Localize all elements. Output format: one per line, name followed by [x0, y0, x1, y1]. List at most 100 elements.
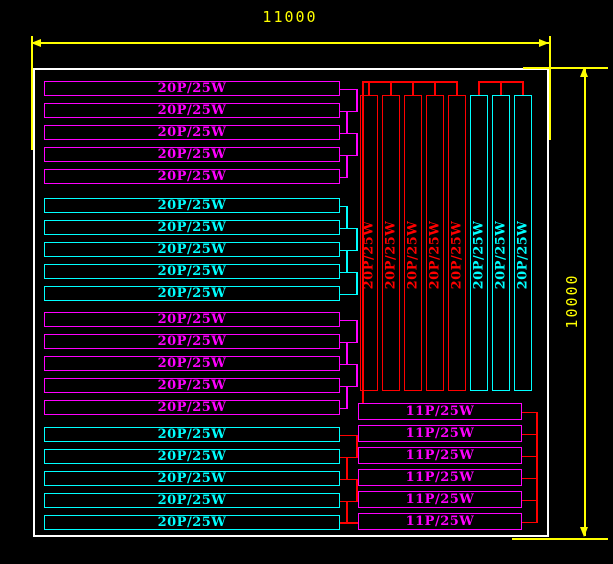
panel-connector: [356, 89, 358, 113]
panel-label: 20P/25W: [158, 493, 227, 508]
panel-label: 20P/25W: [362, 220, 377, 289]
panel-connector: [346, 342, 348, 366]
panel-label: 20P/25W: [516, 220, 531, 289]
heating-panel-vertical: 20P/25W: [492, 95, 510, 391]
panel-connector: [340, 479, 356, 481]
panel-label: 20P/25W: [158, 242, 227, 257]
panel-connector: [340, 294, 356, 296]
dimension-label-width: 11000: [262, 8, 317, 26]
heating-panel-11p: 11P/25W: [358, 403, 522, 420]
heating-panel: 20P/25W: [44, 427, 340, 442]
panel-connector: [356, 364, 358, 388]
panel-label: 11P/25W: [406, 426, 475, 441]
heating-panel-vertical: 20P/25W: [448, 95, 466, 391]
heating-panel: 20P/25W: [44, 334, 340, 349]
panel-label: 11P/25W: [406, 448, 475, 463]
panel-connector: [340, 89, 356, 91]
manifold-stub: [500, 81, 502, 95]
panel-label: 20P/25W: [158, 286, 227, 301]
heating-panel: 20P/25W: [44, 515, 340, 530]
panel-connector: [356, 228, 358, 252]
panel-label: 20P/25W: [158, 125, 227, 140]
supply-trunk: [362, 81, 364, 404]
heating-panel-11p: 11P/25W: [358, 469, 522, 486]
dim-arrow-left: [31, 39, 41, 47]
panel-connector: [346, 155, 348, 179]
heating-panel: 20P/25W: [44, 356, 340, 371]
panel-connector: [356, 133, 358, 157]
heating-panel-vertical: 20P/25W: [404, 95, 422, 391]
panel-label: 20P/25W: [494, 220, 509, 289]
heating-panel: 20P/25W: [44, 198, 340, 213]
panel-label: 20P/25W: [158, 169, 227, 184]
panel-label: 20P/25W: [158, 471, 227, 486]
panel-connector: [340, 133, 356, 135]
heating-panel: 20P/25W: [44, 493, 340, 508]
extension-line: [31, 36, 33, 150]
heating-panel-11p: 11P/25W: [358, 425, 522, 442]
panel-connector: [340, 320, 356, 322]
panel-label: 20P/25W: [158, 378, 227, 393]
heating-panel: 20P/25W: [44, 264, 340, 279]
panel-connector: [340, 435, 356, 437]
manifold-stub: [522, 81, 524, 95]
panel-connector: [356, 272, 358, 296]
panel-connector: [346, 206, 348, 230]
dim-arrow-top: [580, 67, 588, 77]
dimension-line-right: [584, 67, 586, 536]
extension-line: [549, 36, 551, 140]
dimension-line-top: [31, 42, 549, 44]
panel-label: 11P/25W: [406, 514, 475, 529]
panel-label: 20P/25W: [158, 400, 227, 415]
dim-arrow-bottom: [580, 527, 588, 537]
heating-panel: 20P/25W: [44, 400, 340, 415]
panel-label: 20P/25W: [158, 220, 227, 235]
panel-connector: [346, 111, 348, 135]
heating-panel: 20P/25W: [44, 169, 340, 184]
manifold-stub: [434, 81, 436, 95]
panel-label: 20P/25W: [158, 198, 227, 213]
panel-label: 20P/25W: [158, 356, 227, 371]
panel-connector: [340, 272, 356, 274]
panel-label: 20P/25W: [158, 427, 227, 442]
manifold-stub: [456, 81, 458, 95]
extension-line: [523, 67, 608, 69]
manifold-stub: [412, 81, 414, 95]
heating-panel-vertical: 20P/25W: [470, 95, 488, 391]
panel-label: 20P/25W: [450, 220, 465, 289]
panel-label: 20P/25W: [158, 449, 227, 464]
manifold-line: [362, 81, 458, 83]
heating-panel: 20P/25W: [44, 147, 340, 162]
heating-panel: 20P/25W: [44, 312, 340, 327]
heating-panel-vertical: 20P/25W: [514, 95, 532, 391]
panel-connector: [340, 228, 356, 230]
heating-panel: 20P/25W: [44, 471, 340, 486]
heating-panel-11p: 11P/25W: [358, 447, 522, 464]
heating-panel: 20P/25W: [44, 242, 340, 257]
heating-panel-11p: 11P/25W: [358, 513, 522, 530]
panel-label: 20P/25W: [158, 147, 227, 162]
cad-drawing-canvas: 20P/25W 20P/25W 20P/25W 20P/25W 20P/25W 20P/2…: [0, 0, 613, 564]
heating-panel-11p: 11P/25W: [358, 491, 522, 508]
manifold-stub: [390, 81, 392, 95]
heating-panel: 20P/25W: [44, 378, 340, 393]
heating-panel: 20P/25W: [44, 220, 340, 235]
heating-panel-vertical: 20P/25W: [426, 95, 444, 391]
dim-arrow-right: [539, 39, 549, 47]
panel-label: 20P/25W: [406, 220, 421, 289]
panel-label: 20P/25W: [158, 81, 227, 96]
panel-label: 20P/25W: [158, 312, 227, 327]
manifold-stub: [478, 81, 480, 95]
panel-connector: [356, 320, 358, 344]
extension-line: [512, 538, 608, 540]
panel-connector: [340, 522, 358, 524]
panel-label: 20P/25W: [428, 220, 443, 289]
heating-panel: 20P/25W: [44, 449, 340, 464]
return-trunk: [536, 412, 538, 522]
panel-label: 11P/25W: [406, 404, 475, 419]
panel-label: 20P/25W: [158, 264, 227, 279]
panel-label: 20P/25W: [472, 220, 487, 289]
panel-label: 11P/25W: [406, 492, 475, 507]
heating-panel: 20P/25W: [44, 286, 340, 301]
heating-panel-vertical: 20P/25W: [382, 95, 400, 391]
